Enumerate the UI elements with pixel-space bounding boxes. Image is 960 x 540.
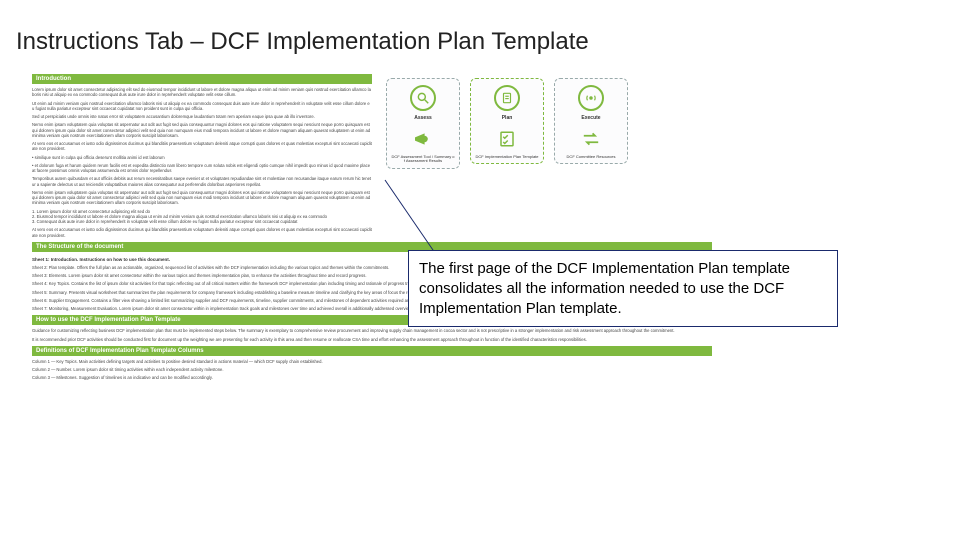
diagram-caption: DCF Implementation Plan Template <box>475 155 538 159</box>
diagram-box-execute: Execute DCF Committee Resources <box>554 78 628 164</box>
diagram-label: Assess <box>414 115 432 121</box>
body-text: At vero eos et accusamus et iusto odio d… <box>32 141 372 152</box>
diagram-label: Execute <box>581 115 600 121</box>
cycle-icon <box>579 127 603 151</box>
body-text: Nemo enim ipsam voluptatem quia voluptas… <box>32 122 372 138</box>
body-text: 1. Lorem ipsum dolor sit amet consectetu… <box>32 209 372 225</box>
section-definitions: Definitions of DCF Implementation Plan T… <box>32 346 712 356</box>
clipboard-icon <box>494 85 520 111</box>
body-text: • similique sunt in culpa qui officia de… <box>32 155 372 160</box>
diagram-box-plan: Plan DCF Implementation Plan Template <box>470 78 544 164</box>
section-introduction: Introduction <box>32 74 372 84</box>
body-text: It is recommended prior DCF activities s… <box>32 337 702 342</box>
body-text: At vero eos et accusamus et iusto odio d… <box>32 227 372 238</box>
magnifier-icon <box>410 85 436 111</box>
diagram-box-assess: Assess DCF Assessment Tool / Summary of … <box>386 78 460 169</box>
process-diagram: Assess DCF Assessment Tool / Summary of … <box>386 78 628 238</box>
body-text: Sed ut perspiciatis unde omnis iste natu… <box>32 114 372 119</box>
diagram-caption: DCF Assessment Tool / Summary of Assessm… <box>391 155 455 164</box>
body-text: Lorem ipsum dolor sit amet consectetur a… <box>32 87 372 98</box>
callout-text: The first page of the DCF Implementation… <box>419 260 790 317</box>
body-text: Temporibus autem quibusdam et aut offici… <box>32 176 372 187</box>
broadcast-icon <box>578 85 604 111</box>
body-text: Nemo enim ipsam voluptatem quia voluptas… <box>32 190 372 206</box>
diagram-caption: DCF Committee Resources <box>567 155 616 159</box>
body-text: Column 1 — Key Topics. Main activities d… <box>32 359 702 364</box>
body-text: Column 3 — Milestones. Suggestion of tim… <box>32 375 702 380</box>
megaphone-icon <box>411 127 435 151</box>
page-title: Instructions Tab – DCF Implementation Pl… <box>16 28 589 56</box>
checklist-icon <box>495 127 519 151</box>
body-text: • et dolorum fuga et harum quidem rerum … <box>32 163 372 174</box>
body-text: Column 2 — Number. Lorem ipsum dolor sit… <box>32 367 702 372</box>
callout-box: The first page of the DCF Implementation… <box>408 250 838 327</box>
diagram-label: Plan <box>502 115 513 121</box>
body-text: Ut enim ad minim veniam quis nostrud exe… <box>32 101 372 112</box>
body-text: Guidance for customizing reflecting busi… <box>32 328 702 333</box>
